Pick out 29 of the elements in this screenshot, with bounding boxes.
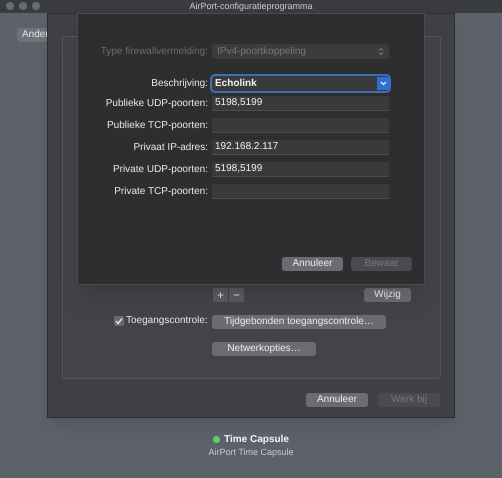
action-button[interactable]: Wijzig	[364, 288, 411, 302]
action-button[interactable]: Annuleer	[306, 393, 368, 407]
field-label: Publieke TCP-poorten:	[106, 120, 208, 132]
field-label: Publieke UDP-poorten:	[104, 98, 208, 110]
access-control-label: Toegangscontrole:	[126, 315, 208, 327]
add-button[interactable]: +	[213, 288, 229, 302]
field-label: Type firewallvermelding:	[100, 46, 208, 58]
remove-button[interactable]: −	[229, 288, 245, 302]
checkbox[interactable]	[114, 316, 124, 326]
combo-box[interactable]: Echolink	[212, 76, 389, 91]
window-title: AirPort-configuratieprogramma	[189, 1, 313, 12]
input-field[interactable]	[212, 184, 389, 199]
field-label: Private UDP-poorten:	[112, 164, 208, 176]
field-label: Private TCP-poorten:	[113, 186, 208, 198]
input-field[interactable]	[212, 118, 389, 133]
chevron-down-icon	[380, 81, 386, 86]
field-label: Beschrijving:	[150, 78, 208, 90]
device-model: AirPort Time Capsule	[208, 446, 294, 459]
action-button[interactable]: Tijdgebonden toegangscontrole…	[212, 315, 386, 329]
field-label: Privaat IP-adres:	[132, 142, 208, 154]
input-field[interactable]: 5198,5199	[212, 96, 389, 111]
chevron-icon	[378, 47, 384, 56]
action-button[interactable]: Netwerkopties…	[212, 342, 316, 356]
input-field[interactable]: 5198,5199	[212, 162, 389, 177]
device-name: Time Capsule	[224, 433, 289, 446]
input-field[interactable]: 192.168.2.117	[212, 140, 389, 155]
dropdown-button[interactable]	[377, 77, 389, 90]
action-button[interactable]: Annuleer	[282, 257, 343, 271]
checkmark-icon	[115, 317, 123, 325]
